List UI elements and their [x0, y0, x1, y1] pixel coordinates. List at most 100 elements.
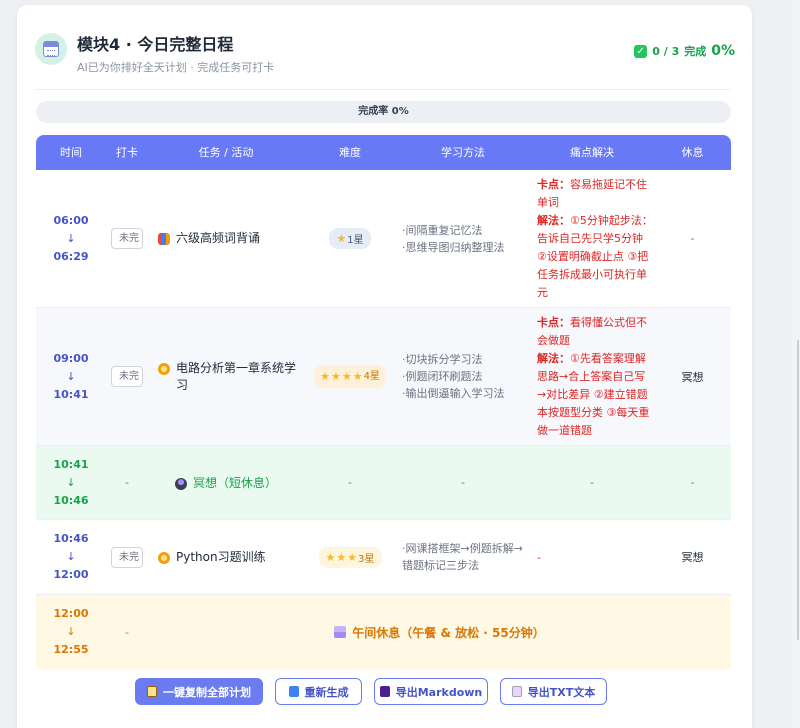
column-header-method: 学习方法 — [441, 146, 485, 159]
start-time: 06:00 — [53, 213, 89, 227]
method-item: ·网课搭框架→例题拆解→错题标记三步法 — [402, 542, 523, 572]
export-txt-button[interactable]: 导出TXT文本 — [500, 678, 607, 705]
time-range: 10:46 ↓ 12:00 — [36, 520, 106, 594]
pain-empty: - — [590, 476, 594, 489]
column-header-task: 任务 / 活动 — [198, 146, 254, 159]
start-time: 09:00 — [53, 351, 89, 365]
column-header-pain: 痛点解决 — [570, 146, 614, 159]
difficulty-badge: ★ ★ ★ 3星 — [318, 546, 382, 568]
regenerate-label: 重新生成 — [304, 685, 349, 699]
star-icon: ★ — [330, 370, 341, 383]
pain-empty: - — [537, 550, 541, 564]
method-item: ·间隔重复记忆法 — [402, 223, 483, 237]
scrollbar[interactable] — [792, 0, 800, 728]
end-time: 10:41 — [53, 387, 89, 401]
task-label: 电路分析第一章系统学习 — [176, 360, 297, 392]
export-txt-label: 导出TXT文本 — [527, 685, 596, 699]
column-header-rest: 休息 — [681, 146, 704, 159]
arrow-down-icon: ↓ — [66, 625, 76, 638]
time-range: 09:00 ↓ 10:41 — [36, 308, 106, 445]
table-row: 09:00 ↓ 10:41 未完 电路分析第一章系统学习 ★ ★ ★ ★ 4星 ·切块 — [36, 308, 731, 446]
arrow-down-icon: ↓ — [66, 550, 76, 563]
table-row: 06:00 ↓ 06:29 未完 六级高频词背诵 ★ 1星 ·间隔重复记忆法 ·… — [36, 170, 731, 308]
task-name: Python习题训练 — [158, 549, 266, 566]
start-time: 10:41 — [53, 457, 89, 471]
refresh-icon — [288, 686, 299, 697]
difficulty-badge: ★ ★ ★ ★ 4星 — [314, 365, 386, 388]
completion-count: 0 / 3 — [652, 44, 680, 58]
start-time: 10:46 — [53, 532, 89, 545]
export-markdown-label: 导出Markdown — [395, 685, 483, 699]
rest-value: 冥想 — [681, 370, 704, 384]
progress-bar: 完成率 0% — [36, 101, 731, 123]
end-time: 06:29 — [53, 249, 89, 263]
table-row: 10:46 ↓ 12:00 未完 Python习题训练 ★ ★ ★ 3星 ·网课搭框 — [36, 520, 731, 595]
rest-value: 冥想 — [681, 551, 704, 564]
arrow-down-icon: ↓ — [66, 231, 76, 245]
copy-all-button[interactable]: 一键复制全部计划 — [135, 678, 263, 705]
column-header-difficulty: 难度 — [339, 146, 361, 159]
task-name: 冥想（短休息） — [174, 474, 277, 491]
gear-icon — [158, 551, 170, 564]
pain-solution-label: 解法： — [537, 213, 570, 227]
column-header-time: 时间 — [60, 146, 82, 159]
checkmark-icon: ✓ — [634, 44, 648, 58]
time-range: 06:00 ↓ 06:29 — [36, 170, 106, 307]
checkin-select[interactable]: 未完 — [111, 366, 143, 387]
difficulty-label: 1星 — [347, 235, 364, 246]
pain-key-label: 卡点： — [537, 315, 570, 329]
end-time: 10:46 — [53, 493, 89, 507]
lunch-break: 午间休息（午餐 & 放松 · 55分钟） — [148, 595, 731, 669]
header-divider — [35, 89, 731, 90]
action-bar: 一键复制全部计划 重新生成 导出Markdown 导出TXT文本 — [135, 678, 607, 705]
method-item: ·例题闭环刷题法 — [402, 370, 483, 383]
page-title: 模块4 · 今日完整日程 — [77, 35, 234, 54]
difficulty-badge: ★ 1星 — [329, 228, 371, 249]
meal-icon — [334, 626, 347, 638]
save-icon — [379, 686, 390, 697]
task-label: 六级高频词背诵 — [176, 231, 261, 245]
star-icon: ★ — [336, 232, 347, 245]
completion-status: ✓ 0 / 3 完成 0% — [634, 43, 735, 59]
calendar-icon — [35, 33, 67, 65]
checkin-select[interactable]: 未完 — [111, 228, 143, 249]
pain-solution: 卡点：看得懂公式但不会做题 解法：①先看答案理解思路→合上答案自己写→对比差异 … — [537, 314, 654, 440]
export-markdown-button[interactable]: 导出Markdown — [374, 678, 488, 705]
checkin-select[interactable]: 未完 — [111, 546, 143, 568]
arrow-down-icon: ↓ — [66, 369, 76, 383]
time-range: 10:41 ↓ 10:46 — [36, 446, 106, 519]
method-list: ·网课搭框架→例题拆解→错题标记三步法 — [402, 540, 530, 574]
book-icon — [158, 233, 170, 245]
difficulty-empty: - — [348, 476, 352, 489]
regenerate-button[interactable]: 重新生成 — [275, 678, 362, 705]
star-icon: ★ — [320, 370, 330, 383]
star-icon: ★ — [341, 370, 352, 383]
checkin-empty: - — [125, 476, 129, 489]
star-icon: ★ — [336, 550, 347, 564]
task-name: 电路分析第一章系统学习 — [158, 360, 304, 394]
method-item: ·切块拆分学习法 — [402, 353, 483, 366]
method-item: ·思维导图归纳整理法 — [402, 240, 505, 254]
rest-value: - — [690, 232, 695, 245]
meditation-icon — [174, 478, 187, 490]
completion-label: 完成 — [684, 45, 707, 58]
end-time: 12:00 — [53, 568, 89, 581]
column-header-checkin: 打卡 — [116, 146, 138, 159]
difficulty-label: 3星 — [358, 553, 375, 565]
method-item: ·输出倒逼输入学习法 — [402, 387, 505, 400]
module-header: 模块4 · 今日完整日程 AI已为你排好全天计划 · 完成任务可打卡 ✓ 0 /… — [35, 29, 735, 77]
schedule-card: 模块4 · 今日完整日程 AI已为你排好全天计划 · 完成任务可打卡 ✓ 0 /… — [17, 5, 752, 728]
schedule-table: 时间 打卡 任务 / 活动 难度 学习方法 痛点解决 休息 06:00 ↓ 06… — [36, 135, 731, 669]
checkin-empty: - — [125, 625, 129, 639]
time-range: 12:00 ↓ 12:55 — [36, 595, 106, 669]
completion-percent: 0% — [711, 43, 735, 59]
star-icon: ★ — [347, 550, 358, 564]
method-empty: - — [461, 476, 465, 489]
pain-key-label: 卡点： — [537, 177, 570, 191]
pain-solution-label: 解法： — [537, 351, 570, 365]
rest-value: - — [690, 476, 695, 489]
copy-all-label: 一键复制全部计划 — [163, 685, 251, 699]
pain-solution: 卡点：容易拖延记不住单词 解法：①5分钟起步法：告诉自己先只学5分钟 ②设置明确… — [537, 176, 654, 302]
task-label: 冥想（短休息） — [192, 476, 277, 490]
task-name: 六级高频词背诵 — [158, 230, 260, 247]
